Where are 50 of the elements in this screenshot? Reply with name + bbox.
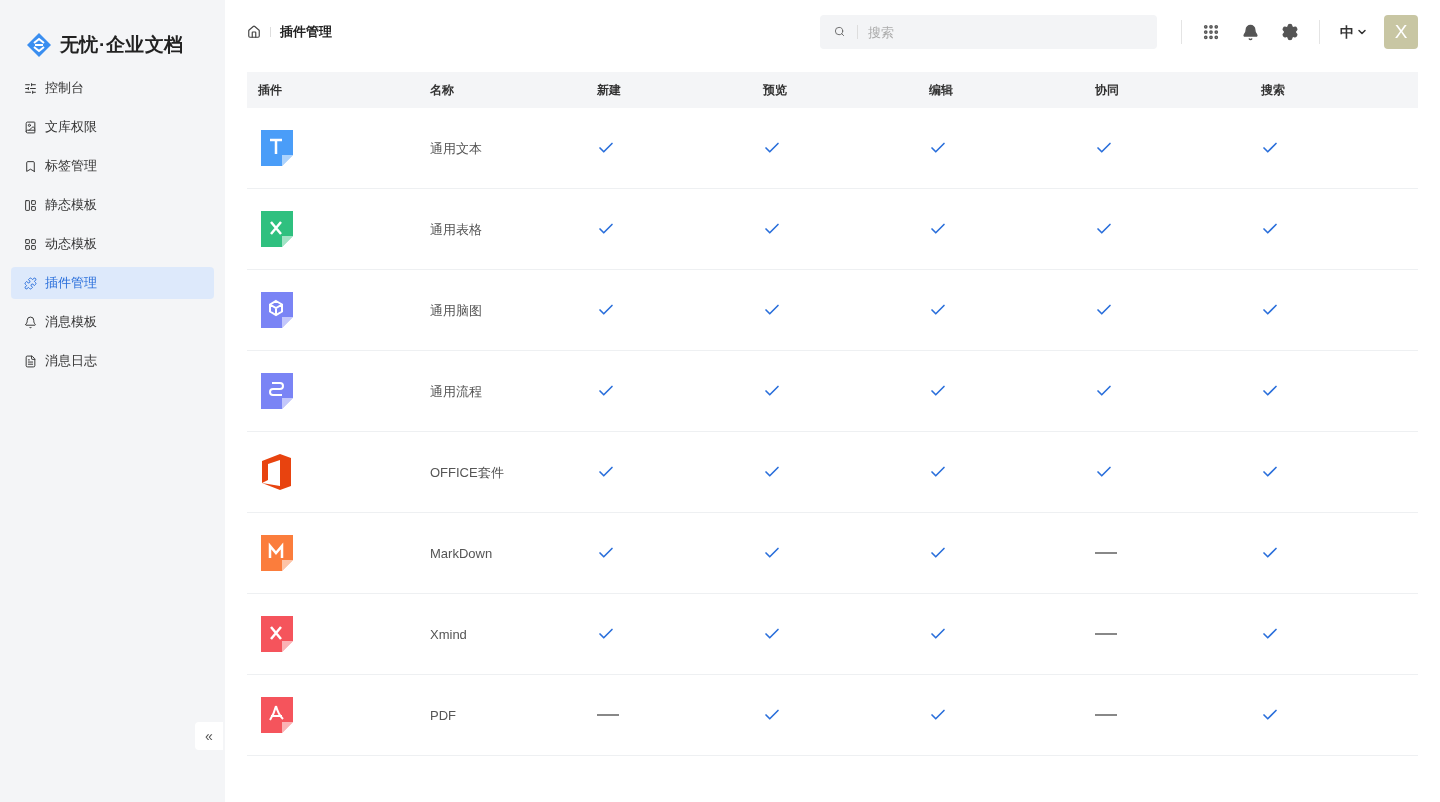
- document-icon: [24, 354, 37, 368]
- flow-file-icon: [260, 372, 294, 410]
- sidebar-item[interactable]: 插件管理: [11, 267, 214, 299]
- column-header: 插件: [258, 83, 282, 97]
- column-header: 预览: [763, 83, 787, 97]
- home-icon[interactable]: [247, 25, 261, 39]
- plugin-name: 通用脑图: [430, 303, 482, 318]
- office-icon: [260, 453, 292, 491]
- layout-icon: [24, 198, 37, 212]
- sidebar-item[interactable]: 消息日志: [11, 345, 214, 377]
- picture-book-icon: [24, 120, 37, 134]
- settings-icon[interactable]: [1281, 23, 1299, 41]
- apps-grid-icon[interactable]: [1202, 23, 1220, 41]
- pdf-file-icon: [260, 696, 294, 734]
- sidebar-item[interactable]: 动态模板: [11, 228, 214, 260]
- search-field[interactable]: 搜索: [820, 15, 1157, 49]
- sidebar-item[interactable]: 文库权限: [11, 111, 214, 143]
- markdown-file-icon: [260, 534, 294, 572]
- text-file-icon: [260, 129, 294, 167]
- plugin-name: OFFICE套件: [430, 465, 504, 480]
- plugin-name: Xmind: [430, 627, 467, 642]
- sidebar-item[interactable]: 静态模板: [11, 189, 214, 221]
- bookmark-icon: [24, 159, 37, 173]
- collapse-button[interactable]: «: [195, 722, 223, 750]
- search-icon: [834, 26, 845, 37]
- sheet-file-icon: [260, 210, 294, 248]
- column-header: 协同: [1095, 83, 1119, 97]
- grid-icon: [24, 237, 37, 251]
- notifications-icon[interactable]: [1242, 23, 1259, 41]
- column-header: 新建: [597, 83, 621, 97]
- plugin-name: 通用文本: [430, 141, 482, 156]
- logo-icon: [26, 32, 52, 58]
- bell-icon: [24, 315, 37, 329]
- sliders-icon: [24, 81, 37, 95]
- column-header: 编辑: [929, 83, 953, 97]
- x-file-icon: [260, 615, 294, 653]
- sidebar-item[interactable]: 控制台: [11, 72, 214, 104]
- language-selector[interactable]: 中: [1340, 21, 1368, 43]
- column-header: 名称: [430, 83, 454, 97]
- brand-name: 无忧·企业文档: [60, 32, 184, 57]
- plugin-name: 通用流程: [430, 384, 482, 399]
- puzzle-icon: [24, 276, 37, 290]
- sidebar-item[interactable]: 标签管理: [11, 150, 214, 182]
- plugin-name: PDF: [430, 708, 456, 723]
- breadcrumb-current: 插件管理: [280, 23, 332, 42]
- plugin-name: 通用表格: [430, 222, 482, 237]
- plugin-name: MarkDown: [430, 546, 493, 561]
- sidebar-item[interactable]: 消息模板: [11, 306, 214, 338]
- cube-file-icon: [260, 291, 294, 329]
- column-header: 搜索: [1261, 83, 1285, 97]
